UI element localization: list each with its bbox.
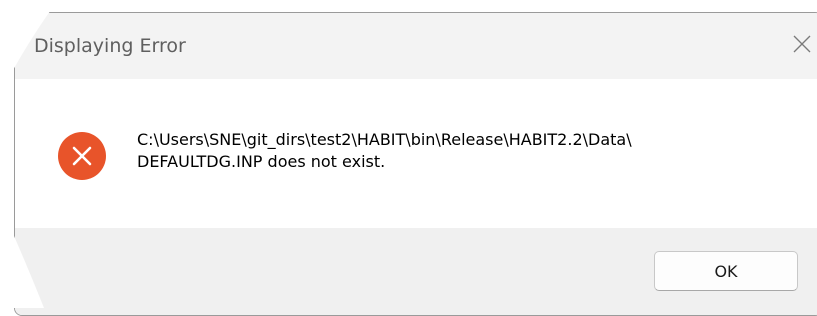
button-bar: OK bbox=[15, 228, 817, 315]
close-button[interactable] bbox=[785, 27, 817, 61]
dialog-title: Displaying Error bbox=[34, 35, 186, 57]
close-icon bbox=[793, 35, 811, 53]
dialog-content: C:\Users\SNE\git_dirs\test2\HABIT\bin\Re… bbox=[15, 79, 817, 228]
error-message: C:\Users\SNE\git_dirs\test2\HABIT\bin\Re… bbox=[137, 129, 797, 173]
error-message-line-1: C:\Users\SNE\git_dirs\test2\HABIT\bin\Re… bbox=[137, 130, 632, 149]
error-icon bbox=[57, 131, 107, 181]
error-dialog: Displaying Error C:\Users\SNE\git_dirs\t… bbox=[14, 12, 817, 316]
ok-button[interactable]: OK bbox=[654, 251, 798, 291]
error-message-line-2: DEFAULTDG.INP does not exist. bbox=[137, 152, 386, 171]
title-bar: Displaying Error bbox=[15, 13, 817, 79]
